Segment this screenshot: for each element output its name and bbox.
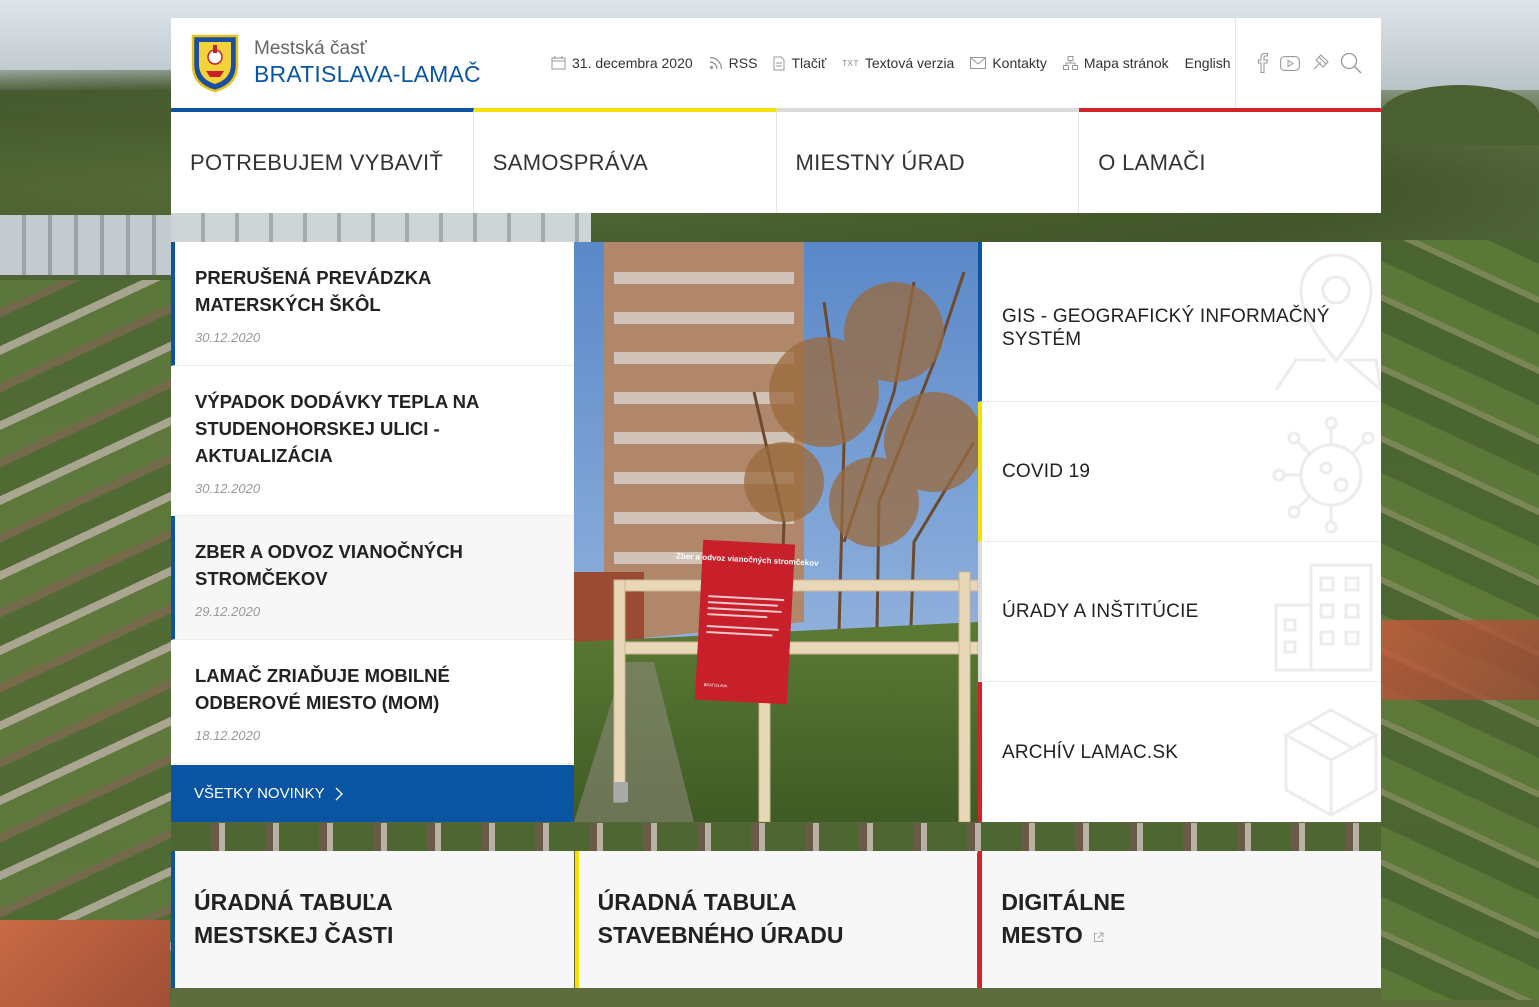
envelope-icon xyxy=(970,57,987,69)
external-link-icon xyxy=(1094,932,1104,942)
tile-line2: MESTO xyxy=(1001,922,1083,948)
news-title: VÝPADOK DODÁVKY TEPLA NA STUDENOHORSKEJ … xyxy=(195,391,479,466)
all-news-button[interactable]: VŠETKY NOVINKY xyxy=(171,765,574,822)
archive-box-icon xyxy=(1282,708,1380,818)
quick-link-label: GIS - GEOGRAFICKÝ INFORMAČNÝ SYSTÉM xyxy=(1002,305,1330,350)
sitemap-link[interactable]: Mapa stránok xyxy=(1062,55,1169,71)
txt-icon: TXT xyxy=(842,58,859,68)
facebook-icon[interactable] xyxy=(1257,53,1269,73)
news-list: PRERUŠENÁ PREVÁDZKA MATERSKÝCH ŠKÔL 30.1… xyxy=(171,242,574,822)
tile-line1: ÚRADNÁ TABUĽA xyxy=(194,889,393,915)
news-title: PRERUŠENÁ PREVÁDZKA MATERSKÝCH ŠKÔL xyxy=(195,267,431,315)
quick-link-label: ARCHÍV LAMAC.SK xyxy=(1002,741,1179,763)
social-links xyxy=(1235,18,1381,108)
english-label: English xyxy=(1184,55,1231,71)
chevron-right-icon xyxy=(335,787,343,800)
date-text: 31. decembra 2020 xyxy=(572,55,693,71)
tile-uradna-tabula-mestskej-casti[interactable]: ÚRADNÁ TABUĽA MESTSKEJ ČASTI xyxy=(171,851,574,988)
instagram-icon[interactable] xyxy=(1311,54,1329,72)
nav-samosprava[interactable]: SAMOSPRÁVA xyxy=(473,108,777,213)
virus-icon xyxy=(1272,416,1375,534)
print-label: Tlačiť xyxy=(791,55,827,71)
rss-link[interactable]: RSS xyxy=(709,55,758,71)
quick-links: GIS - GEOGRAFICKÝ INFORMAČNÝ SYSTÉM COVI… xyxy=(978,242,1381,822)
news-item[interactable]: LAMAČ ZRIAĎUJE MOBILNÉ ODBEROVÉ MIESTO (… xyxy=(171,640,574,764)
search-icon[interactable] xyxy=(1340,52,1362,74)
contacts-label: Kontakty xyxy=(992,55,1047,71)
tile-line1: DIGITÁLNE xyxy=(1001,889,1126,915)
sitemap-icon xyxy=(1062,56,1078,70)
document-icon xyxy=(773,56,785,70)
rss-icon xyxy=(709,56,722,70)
sitemap-label: Mapa stránok xyxy=(1083,55,1169,71)
print-link[interactable]: Tlačiť xyxy=(773,55,826,71)
news-item[interactable]: ZBER A ODVOZ VIANOČNÝCH STROMČEKOV 29.12… xyxy=(171,516,574,640)
quick-link-covid[interactable]: COVID 19 xyxy=(978,402,1381,542)
contacts-link[interactable]: Kontakty xyxy=(970,55,1047,71)
featured-photo[interactable]: Zber a odvoz vianočných stromčekov BRATI… xyxy=(574,242,978,822)
tile-uradna-tabula-stavebneho-uradu[interactable]: ÚRADNÁ TABUĽA STAVEBNÉHO ÚRADU xyxy=(574,851,978,988)
site-header: Mestská časť BRATISLAVA-LAMAČ 31. decemb… xyxy=(171,18,1381,108)
calendar-icon xyxy=(551,56,566,70)
utility-bar: 31. decembra 2020 RSS Tlačiť TXT Textová… xyxy=(551,18,1247,108)
site-logo[interactable]: Mestská časť BRATISLAVA-LAMAČ xyxy=(171,18,481,108)
featured-photo-image: Zber a odvoz vianočných stromčekov BRATI… xyxy=(574,242,978,822)
date-display: 31. decembra 2020 xyxy=(551,55,693,71)
nav-potrebujem-vybavit[interactable]: POTREBUJEM VYBAVIŤ xyxy=(171,108,474,213)
news-title: ZBER A ODVOZ VIANOČNÝCH STROMČEKOV xyxy=(195,541,463,589)
news-date: 30.12.2020 xyxy=(195,330,261,345)
tile-digitalne-mesto[interactable]: DIGITÁLNE MESTO xyxy=(978,851,1382,988)
main-navigation: POTREBUJEM VYBAVIŤ SAMOSPRÁVA MIESTNY ÚR… xyxy=(171,108,1381,213)
quick-link-gis[interactable]: GIS - GEOGRAFICKÝ INFORMAČNÝ SYSTÉM xyxy=(978,242,1381,402)
news-date: 18.12.2020 xyxy=(195,728,261,743)
bottom-tiles: ÚRADNÁ TABUĽA MESTSKEJ ČASTI ÚRADNÁ TABU… xyxy=(171,851,1382,988)
news-item[interactable]: VÝPADOK DODÁVKY TEPLA NA STUDENOHORSKEJ … xyxy=(171,366,574,516)
news-item[interactable]: PRERUŠENÁ PREVÁDZKA MATERSKÝCH ŠKÔL 30.1… xyxy=(171,242,574,366)
text-version-label: Textová verzia xyxy=(864,55,955,71)
quick-link-urady[interactable]: ÚRADY A INŠTITÚCIE xyxy=(978,542,1381,682)
tile-line1: ÚRADNÁ TABUĽA xyxy=(597,889,797,915)
text-version-link[interactable]: TXT Textová verzia xyxy=(842,55,954,71)
quick-link-label: COVID 19 xyxy=(1002,461,1091,482)
nav-miestny-urad[interactable]: MIESTNY ÚRAD xyxy=(776,108,1080,213)
nav-o-lamaci[interactable]: O LAMAČI xyxy=(1079,108,1381,213)
all-news-label: VŠETKY NOVINKY xyxy=(194,785,325,802)
news-title: LAMAČ ZRIAĎUJE MOBILNÉ ODBEROVÉ MIESTO (… xyxy=(195,665,450,713)
building-icon xyxy=(1274,563,1373,672)
news-date: 29.12.2020 xyxy=(195,604,261,619)
quick-link-archiv[interactable]: ARCHÍV LAMAC.SK xyxy=(978,682,1381,822)
logo-line2: BRATISLAVA-LAMAČ xyxy=(254,60,481,87)
rss-label: RSS xyxy=(728,55,758,71)
english-link[interactable]: English xyxy=(1185,55,1231,71)
page-container: Mestská časť BRATISLAVA-LAMAČ 31. decemb… xyxy=(171,18,1382,988)
youtube-icon[interactable] xyxy=(1280,55,1301,71)
featured-section: PRERUŠENÁ PREVÁDZKA MATERSKÝCH ŠKÔL 30.1… xyxy=(171,242,1381,822)
tile-line2: MESTSKEJ ČASTI xyxy=(194,922,394,948)
tile-line2: STAVEBNÉHO ÚRADU xyxy=(597,922,844,948)
logo-line1: Mestská časť xyxy=(254,37,367,59)
quick-link-label: ÚRADY A INŠTITÚCIE xyxy=(1002,601,1199,622)
coat-of-arms-icon xyxy=(191,34,239,93)
news-date: 30.12.2020 xyxy=(195,481,261,496)
